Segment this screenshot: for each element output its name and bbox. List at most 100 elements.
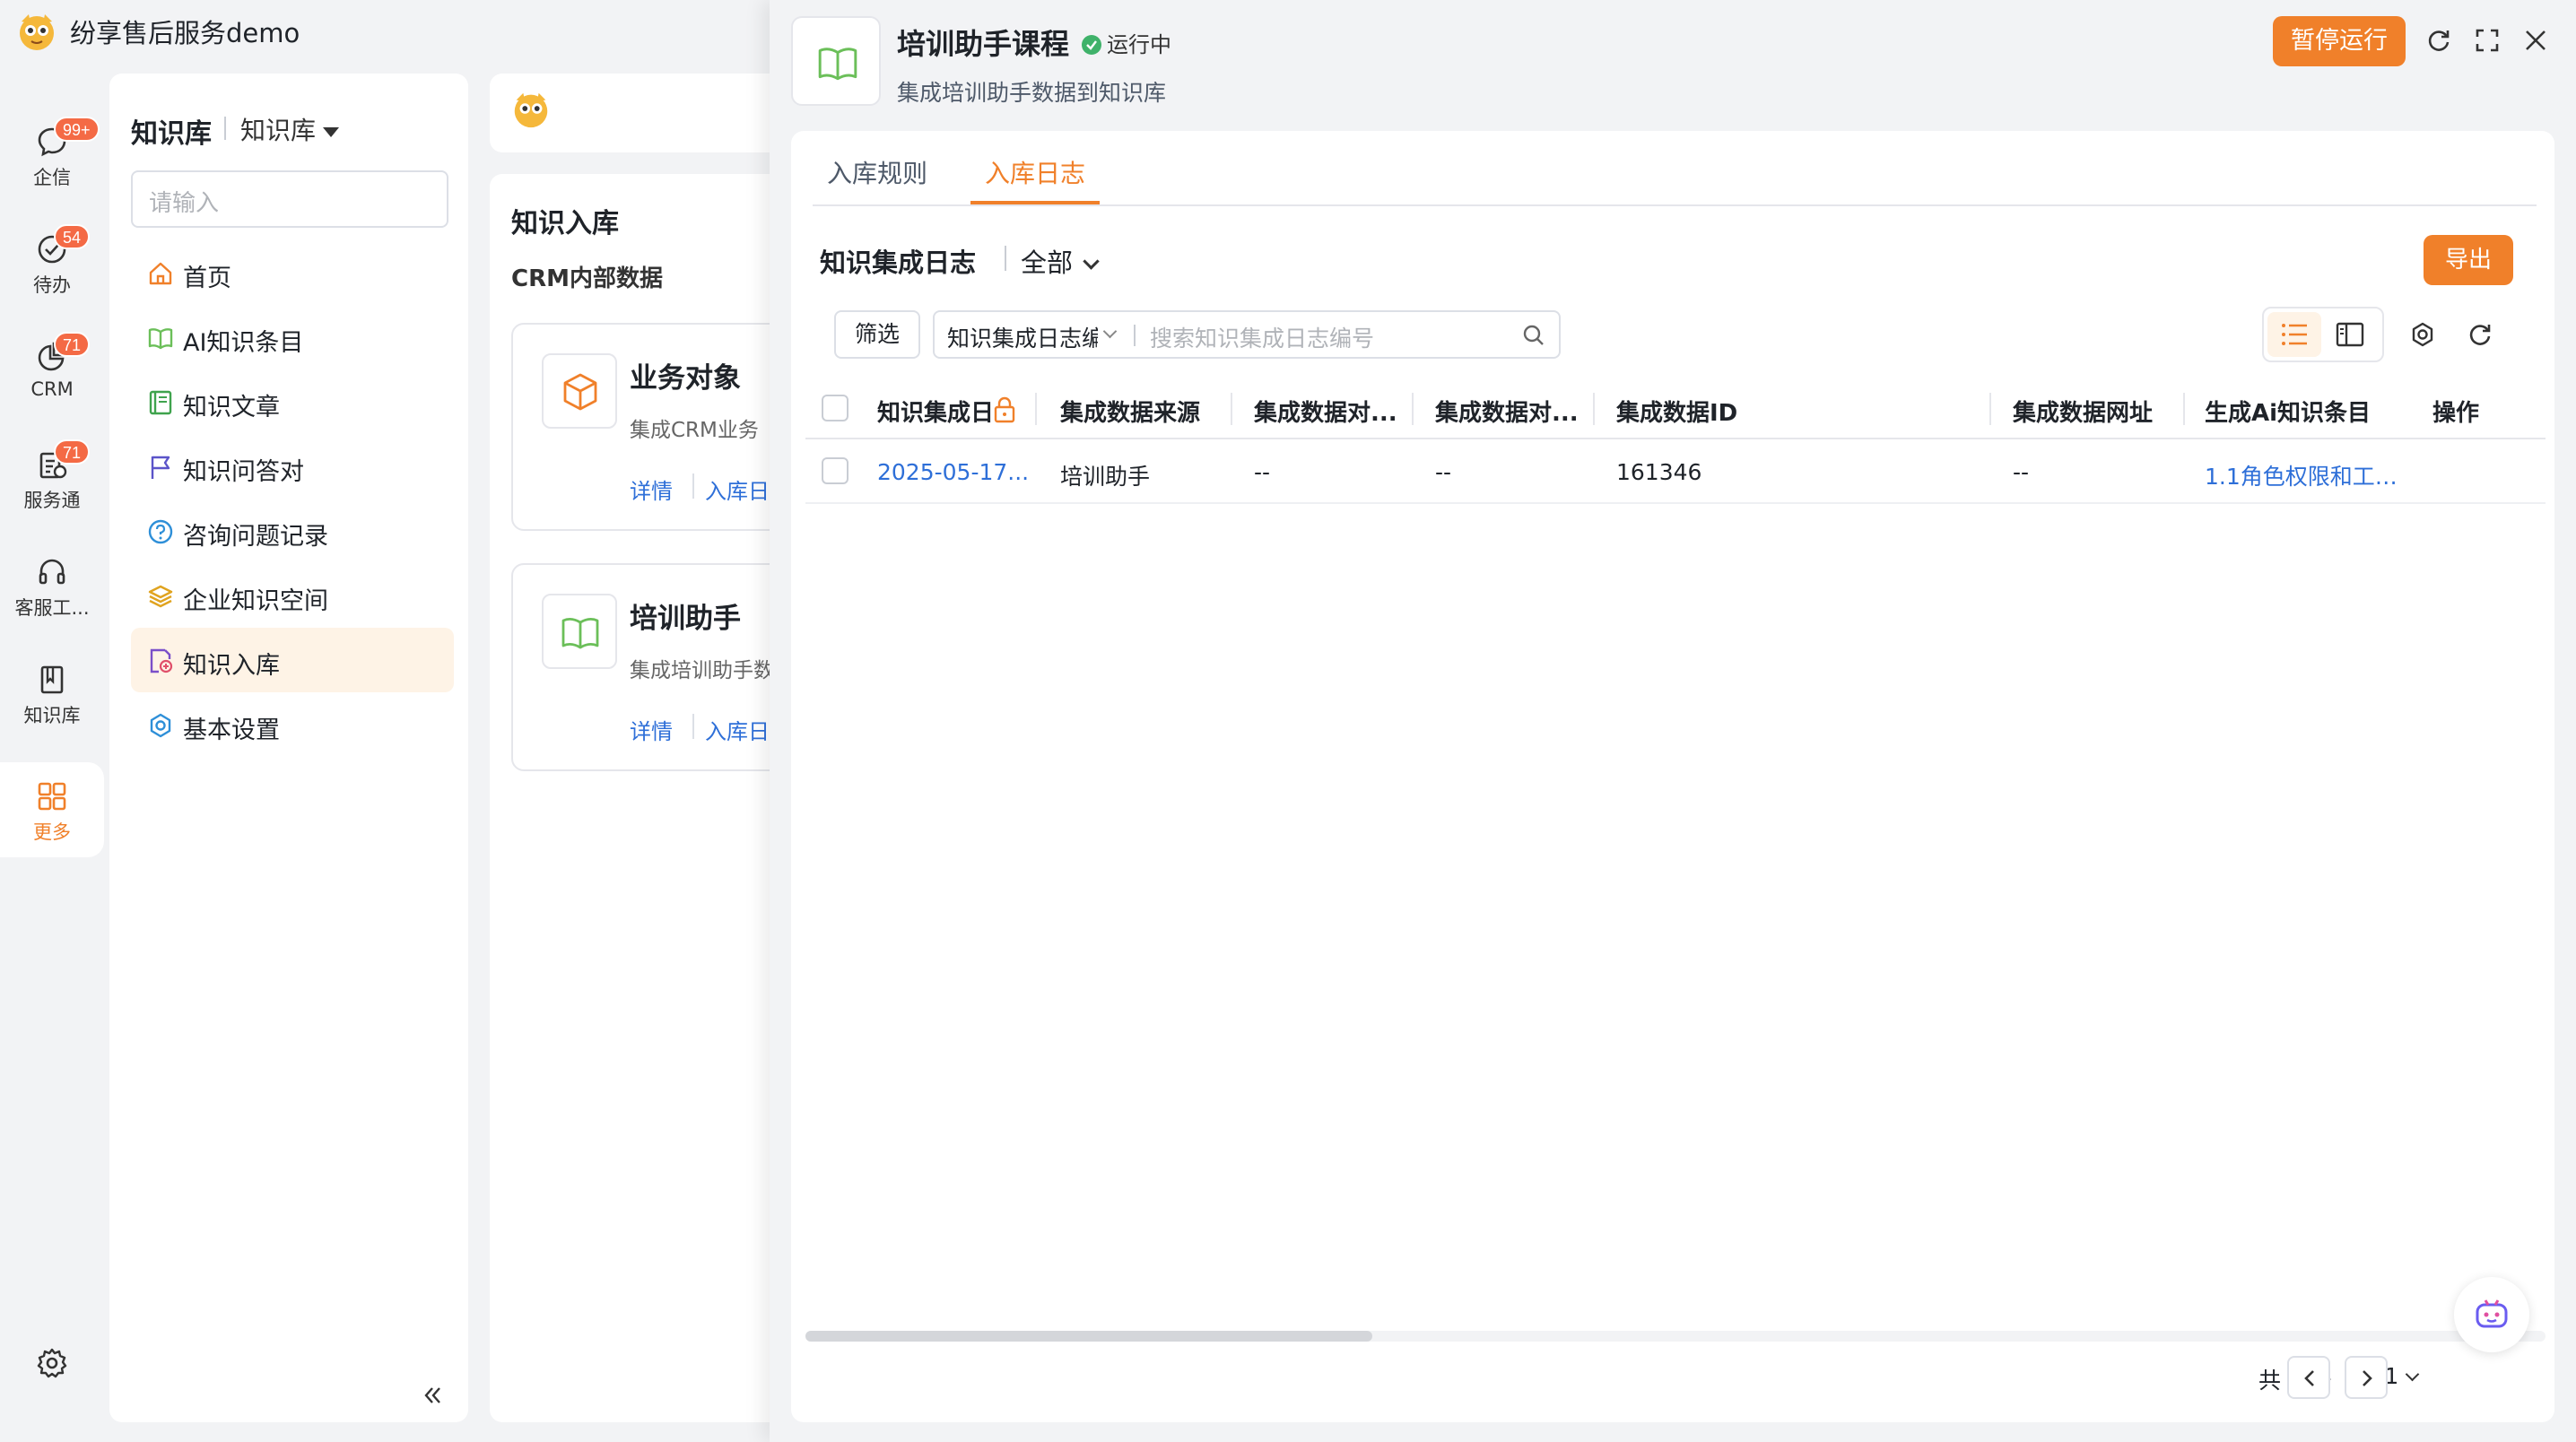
column-divider bbox=[1412, 393, 1414, 425]
middle-heading: 知识入库 bbox=[511, 208, 619, 239]
card-desc: 集成CRM业务 bbox=[630, 419, 759, 442]
menu-item-basic-settings[interactable]: 基本设置 bbox=[131, 692, 454, 757]
tab-import-rules[interactable]: 入库规则 bbox=[827, 154, 927, 190]
sidebar-search-input[interactable]: 请输入 bbox=[131, 170, 448, 228]
export-button[interactable]: 导出 bbox=[2424, 235, 2513, 285]
knowledge-base-selector[interactable]: 知识库 bbox=[240, 111, 340, 147]
section-title: CRM内部数据 bbox=[511, 265, 663, 292]
nav-item-crm[interactable]: 71 CRM bbox=[0, 323, 104, 421]
menu-item-consult-records[interactable]: 咨询问题记录 bbox=[131, 499, 454, 563]
nav-label: 知识库 bbox=[23, 705, 81, 726]
search-field-select[interactable]: 知识集成日志编号 bbox=[947, 321, 1098, 353]
table-settings-icon[interactable] bbox=[2409, 321, 2436, 348]
settings-gear-icon[interactable] bbox=[36, 1347, 68, 1379]
menu-item-qa[interactable]: 知识问答对 bbox=[131, 434, 454, 499]
column-header[interactable]: 生成Ai知识条目 bbox=[2205, 395, 2411, 428]
table-row[interactable]: 2025-05-17... 培训助手 -- -- 161346 -- 1.1角色… bbox=[805, 439, 2546, 504]
card-log-link[interactable]: 入库日 bbox=[705, 473, 770, 505]
status-badge: 运行中 bbox=[1082, 27, 1171, 58]
menu-label: 知识问答对 bbox=[183, 458, 304, 486]
card-detail-link[interactable]: 详情 bbox=[630, 473, 673, 505]
active-tab-indicator bbox=[970, 201, 1100, 204]
scrollbar-thumb[interactable] bbox=[805, 1331, 1372, 1342]
menu-item-home[interactable]: 首页 bbox=[131, 240, 454, 305]
log-search-group: 知识集成日志编号 搜索知识集成日志编号 bbox=[933, 310, 1561, 359]
nav-item-messages[interactable]: 99+ 企信 bbox=[0, 108, 104, 206]
menu-item-articles[interactable]: 知识文章 bbox=[131, 369, 454, 434]
data-object-cell: -- bbox=[1254, 459, 1271, 485]
headset-icon bbox=[39, 559, 65, 585]
detail-drawer: 培训助手课程 运行中 集成培训助手数据到知识库 暂停运行 入库规则 入库日志 知… bbox=[770, 0, 2576, 1442]
card-detail-link[interactable]: 详情 bbox=[630, 714, 673, 745]
refresh-icon[interactable] bbox=[2425, 27, 2452, 54]
row-checkbox[interactable] bbox=[822, 457, 849, 484]
card-title: 业务对象 bbox=[630, 362, 741, 395]
collapse-sidebar-icon[interactable] bbox=[420, 1383, 445, 1408]
nav-item-knowledge[interactable]: 知识库 bbox=[0, 646, 104, 744]
knowledge-sidebar: 知识库 知识库 请输入 首页 AI知识条目 知识文章 知识问答对 咨询问题记录 … bbox=[109, 74, 468, 1422]
middle-main: 知识入库 CRM内部数据 业务对象 集成CRM业务 详情 入库日 培训助手 集成… bbox=[490, 174, 786, 1422]
select-all-checkbox[interactable] bbox=[822, 395, 849, 421]
book-icon bbox=[791, 16, 881, 106]
column-header[interactable]: 集成数据网址 bbox=[2013, 395, 2192, 428]
nav-item-todo[interactable]: 54 待办 bbox=[0, 215, 104, 314]
nav-item-more[interactable]: 更多 bbox=[0, 762, 104, 857]
data-id-cell: 161346 bbox=[1616, 459, 1702, 485]
split-view-button[interactable] bbox=[2336, 321, 2364, 348]
log-title: 知识集成日志 bbox=[820, 248, 977, 278]
menu-item-ai-knowledge[interactable]: AI知识条目 bbox=[131, 305, 454, 369]
question-icon bbox=[148, 519, 173, 544]
ai-entry-link[interactable]: 1.1角色权限和工作... bbox=[2205, 459, 2407, 491]
card-log-link[interactable]: 入库日 bbox=[705, 714, 770, 745]
nav-item-customer-service[interactable]: 客服工... bbox=[0, 538, 104, 637]
column-header[interactable]: 集成数据对... bbox=[1254, 395, 1415, 428]
menu-item-enterprise-space[interactable]: 企业知识空间 bbox=[131, 563, 454, 628]
search-icon[interactable] bbox=[1521, 323, 1546, 348]
table-refresh-icon[interactable] bbox=[2467, 321, 2493, 348]
import-icon bbox=[150, 648, 173, 673]
chevron-left-icon bbox=[2304, 1370, 2314, 1386]
menu-label: 首页 bbox=[183, 265, 231, 292]
column-divider bbox=[1231, 393, 1232, 425]
split-view-icon bbox=[2336, 322, 2364, 347]
card-training-assistant[interactable]: 培训助手 集成培训助手数 详情 入库日 bbox=[511, 563, 786, 771]
horizontal-scrollbar[interactable] bbox=[805, 1331, 2546, 1342]
middle-topbar bbox=[490, 74, 786, 152]
column-header[interactable]: 集成数据ID bbox=[1616, 395, 1796, 428]
view-toggle bbox=[2262, 307, 2384, 362]
column-header[interactable]: 集成数据对... bbox=[1435, 395, 1597, 428]
caret-down-icon bbox=[323, 126, 340, 137]
next-page-button[interactable] bbox=[2345, 1356, 2388, 1399]
tab-import-logs[interactable]: 入库日志 bbox=[985, 154, 1085, 190]
log-search-input[interactable]: 搜索知识集成日志编号 bbox=[1150, 321, 1374, 353]
chevron-down-icon bbox=[2405, 1367, 2420, 1382]
flag-icon bbox=[151, 456, 170, 479]
nav-item-service[interactable]: 71 服务通 bbox=[0, 430, 104, 529]
fullscreen-icon[interactable] bbox=[2474, 27, 2501, 54]
log-date-link[interactable]: 2025-05-17... bbox=[877, 459, 1030, 485]
menu-label: 企业知识空间 bbox=[183, 587, 328, 615]
filter-button[interactable]: 筛选 bbox=[834, 310, 920, 359]
card-business-object[interactable]: 业务对象 集成CRM业务 详情 入库日 bbox=[511, 323, 786, 531]
home-icon bbox=[149, 262, 172, 285]
assistant-bot-button[interactable] bbox=[2454, 1277, 2529, 1352]
selector-label: 知识库 bbox=[240, 116, 317, 145]
pause-button[interactable]: 暂停运行 bbox=[2273, 16, 2406, 66]
column-divider bbox=[2183, 393, 2185, 425]
column-divider bbox=[1593, 393, 1595, 425]
column-header[interactable]: 集成数据来源 bbox=[1060, 395, 1213, 428]
menu-item-knowledge-import[interactable]: 知识入库 bbox=[131, 628, 454, 692]
column-divider bbox=[1989, 393, 1991, 425]
nav-label: 更多 bbox=[33, 821, 71, 843]
prev-page-button[interactable] bbox=[2287, 1356, 2330, 1399]
close-icon[interactable] bbox=[2522, 27, 2549, 54]
list-view-button[interactable] bbox=[2267, 312, 2321, 357]
grid-icon bbox=[38, 782, 66, 811]
book-icon bbox=[148, 328, 173, 350]
nav-label: 企信 bbox=[33, 167, 71, 188]
app-title: 纷享售后服务demo bbox=[70, 18, 300, 48]
log-scope-dropdown[interactable]: 全部 bbox=[1021, 242, 1100, 280]
column-header[interactable]: 知识集成日 bbox=[877, 395, 994, 428]
drawer-title: 培训助手课程 bbox=[897, 27, 1070, 61]
source-cell: 培训助手 bbox=[1060, 464, 1151, 490]
